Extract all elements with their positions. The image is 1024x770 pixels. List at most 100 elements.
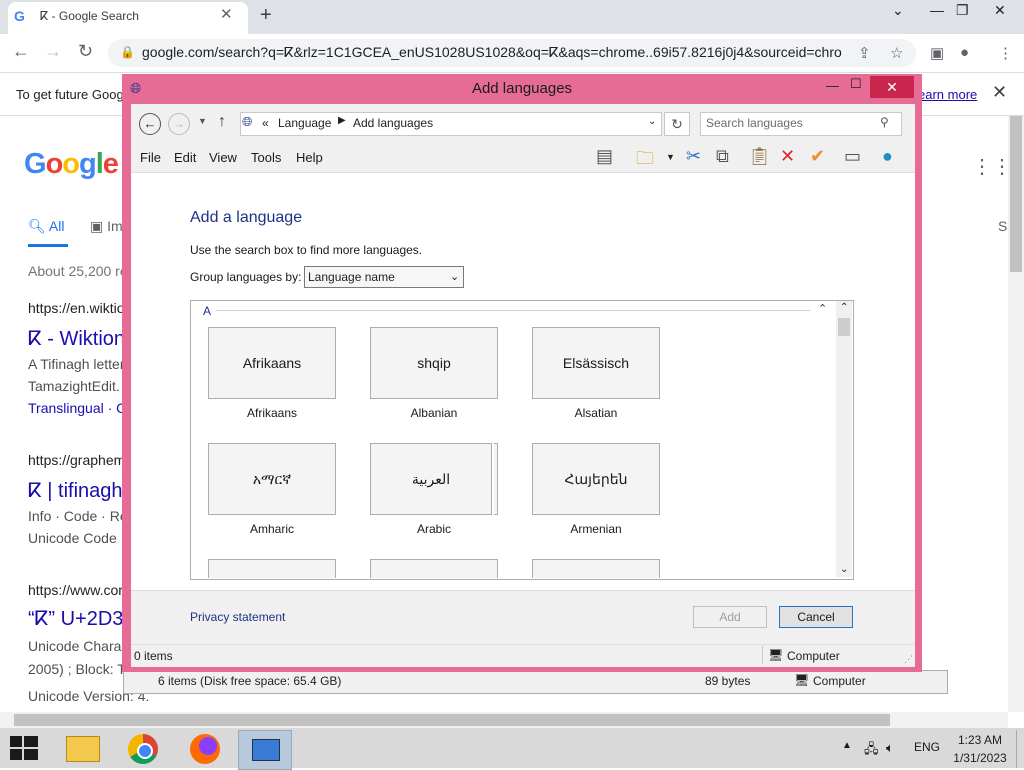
breadcrumb-chevron-icon[interactable]: ▶ xyxy=(338,115,346,126)
new-tab-icon[interactable]: + xyxy=(260,4,272,27)
menu-file[interactable]: File xyxy=(140,150,161,165)
google-logo[interactable]: Google xyxy=(24,148,119,181)
result-cite[interactable]: https://en.wiktio xyxy=(28,300,125,316)
result-title[interactable]: ⴽ | tifinagh xyxy=(28,478,123,503)
group-by-value: Language name xyxy=(308,270,395,284)
close-window-icon[interactable]: ✕ xyxy=(994,2,1006,19)
properties-icon[interactable]: ▭ xyxy=(844,146,861,167)
firefox-icon[interactable] xyxy=(178,730,230,768)
dialog-minimize-icon[interactable]: — xyxy=(826,78,839,93)
language-tile[interactable] xyxy=(370,559,498,578)
result-sublink[interactable]: Translingual · C xyxy=(28,400,126,416)
minimize-icon[interactable]: — xyxy=(930,2,944,18)
folder-dropdown-icon[interactable]: ▼ xyxy=(666,152,675,162)
copy-icon[interactable]: ⧉ xyxy=(716,146,729,167)
side-panel-icon[interactable]: ▣ xyxy=(930,44,944,62)
tab-search-icon[interactable]: ⌄ xyxy=(892,2,904,19)
delete-icon[interactable]: ✕ xyxy=(780,146,795,167)
dialog-maximize-icon[interactable]: ☐ xyxy=(850,76,862,92)
resize-grip-icon[interactable]: ⋰ xyxy=(904,654,913,665)
list-scrollbar[interactable] xyxy=(836,301,852,577)
result-cite[interactable]: https://www.cor xyxy=(28,582,123,598)
tab-settings[interactable]: S xyxy=(998,218,1007,234)
show-desktop-button[interactable] xyxy=(1016,730,1024,768)
result-title[interactable]: ⴽ - Wiktion xyxy=(28,326,125,351)
language-tile[interactable] xyxy=(532,559,660,578)
folder-options-icon[interactable]: 🗀 xyxy=(636,146,654,176)
learn-more-link[interactable]: earn more xyxy=(918,87,977,102)
windows-start-icon[interactable] xyxy=(10,736,38,760)
breadcrumb-add-languages[interactable]: Add languages xyxy=(353,116,433,130)
page-horizontal-scroll-thumb[interactable] xyxy=(14,714,890,726)
profile-icon[interactable]: ● xyxy=(960,44,969,61)
recent-locations-icon[interactable]: ▼ xyxy=(198,116,207,126)
check-icon[interactable]: ✔ xyxy=(810,146,825,167)
tab-images[interactable]: ▣ Im xyxy=(90,218,123,235)
scroll-down-icon[interactable]: ⌄ xyxy=(840,564,848,575)
status-divider xyxy=(762,646,763,664)
bg-status-location: Computer xyxy=(813,674,866,688)
up-arrow-icon[interactable]: ↑ xyxy=(218,113,226,131)
address-dropdown-icon[interactable]: ⌄ xyxy=(648,116,656,127)
menu-help[interactable]: Help xyxy=(296,150,323,165)
search-icon: 🔍︎ xyxy=(28,218,46,234)
language-tile-arabic[interactable]: العربية xyxy=(370,443,492,515)
status-location: Computer xyxy=(787,649,840,663)
refresh-button[interactable]: ↻ xyxy=(664,112,690,136)
breadcrumb-language[interactable]: Language xyxy=(278,116,331,130)
chevron-down-icon[interactable]: ⌄ xyxy=(450,270,459,283)
language-tile-albanian[interactable]: shqip xyxy=(370,327,498,399)
input-language[interactable]: ENG xyxy=(914,740,940,754)
cut-icon[interactable]: ✂ xyxy=(686,146,701,167)
chrome-icon[interactable] xyxy=(116,730,168,768)
menu-view[interactable]: View xyxy=(209,150,237,165)
show-hidden-icons[interactable]: ▲ xyxy=(842,740,852,751)
language-tile-afrikaans[interactable]: Afrikaans xyxy=(208,327,336,399)
bookmark-star-icon[interactable]: ☆ xyxy=(890,44,903,62)
menu-edit[interactable]: Edit xyxy=(174,150,196,165)
info-close-icon[interactable]: ✕ xyxy=(992,82,1007,103)
control-panel-taskbar-icon[interactable] xyxy=(238,730,292,770)
menu-kebab-icon[interactable]: ⋮ xyxy=(998,44,1013,62)
list-scroll-thumb[interactable] xyxy=(838,318,850,336)
language-tile[interactable] xyxy=(208,559,336,578)
privacy-statement-link[interactable]: Privacy statement xyxy=(190,610,285,624)
paste-icon[interactable]: 📋︎ xyxy=(748,146,771,167)
result-cite[interactable]: https://graphem xyxy=(28,452,125,468)
result-snippet: A Tifinagh letter xyxy=(28,356,125,372)
language-tile-amharic[interactable]: አማርኛ xyxy=(208,443,336,515)
collapse-group-icon[interactable]: ⌃ xyxy=(818,302,827,315)
back-arrow-icon[interactable]: ← xyxy=(139,113,161,135)
forward-arrow-icon[interactable]: → xyxy=(168,113,190,135)
clock-date[interactable]: 1/31/2023 xyxy=(952,751,1008,765)
status-items: 0 items xyxy=(134,649,173,663)
clock-time[interactable]: 1:23 AM xyxy=(956,733,1004,747)
language-tile-armenian[interactable]: Հայերեն xyxy=(532,443,660,515)
globe-icon[interactable]: ● xyxy=(882,146,893,167)
language-tile-alsatian[interactable]: Elsässisch xyxy=(532,327,660,399)
scroll-up-icon[interactable]: ⌃ xyxy=(840,302,848,313)
volume-icon[interactable]: 🔈︎ xyxy=(886,740,894,756)
add-language-heading: Add a language xyxy=(190,209,303,226)
back-icon[interactable]: ← xyxy=(12,41,30,62)
result-title[interactable]: “ⴽ” U+2D3 xyxy=(28,606,123,631)
network-icon[interactable]: 🖧 xyxy=(864,740,879,762)
tab-close-icon[interactable]: ✕ xyxy=(220,5,233,23)
cancel-button[interactable]: Cancel xyxy=(779,606,853,628)
result-stats: About 25,200 re xyxy=(28,263,128,279)
url-text[interactable]: google.com/search?q=ⴽ&rlz=1C1GCEA_enUS10… xyxy=(142,44,842,61)
restore-icon[interactable]: ❐ xyxy=(956,2,969,19)
layout-pane-icon[interactable]: ▤ xyxy=(596,146,613,167)
reload-icon[interactable]: ↻ xyxy=(78,41,93,62)
share-icon[interactable]: ⇪ xyxy=(858,44,871,62)
dialog-close-button[interactable]: ✕ xyxy=(870,76,914,98)
tab-all[interactable]: 🔍︎ All xyxy=(28,218,64,235)
group-divider xyxy=(216,310,810,311)
page-vertical-scroll-thumb[interactable] xyxy=(1010,116,1022,272)
menu-tools[interactable]: Tools xyxy=(251,150,281,165)
forward-icon[interactable]: → xyxy=(44,41,62,62)
file-explorer-icon[interactable] xyxy=(56,730,108,768)
search-icon[interactable]: ⚲ xyxy=(880,115,889,129)
lock-icon[interactable]: 🔒 xyxy=(120,45,135,59)
add-button[interactable]: Add xyxy=(693,606,767,628)
